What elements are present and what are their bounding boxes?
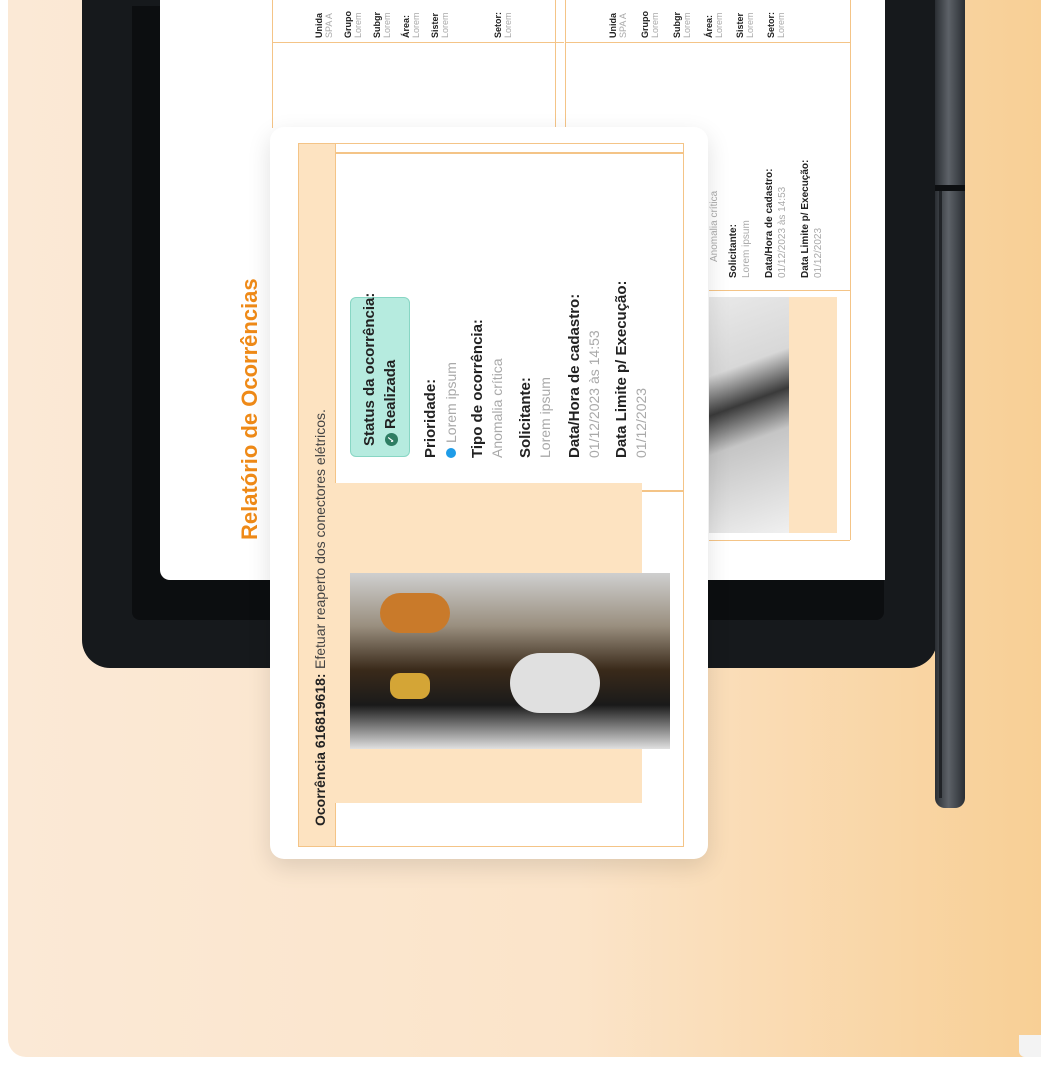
mini-value: SPA A xyxy=(618,13,628,38)
mini-value: SPA A xyxy=(324,13,334,38)
cadastro-label: Data/Hora de cadastro: xyxy=(566,293,583,458)
right-cadastro-label: Data/Hora de cadastro: xyxy=(764,168,775,278)
tipo-value: Anomalia crítica xyxy=(489,358,505,458)
mini-value: Lorem xyxy=(745,12,755,38)
mini-value: Lorem xyxy=(776,12,786,38)
priority-dot-icon xyxy=(446,448,456,458)
mini-label: Sister xyxy=(735,12,745,38)
mini-value: Lorem xyxy=(650,12,660,38)
cadastro-value: 01/12/2023 às 14:53 xyxy=(586,330,602,458)
right-card-divider xyxy=(709,290,850,291)
device-edge xyxy=(935,0,965,808)
mini-label: Setor: xyxy=(766,11,776,38)
photo-pipe xyxy=(380,593,450,633)
mini-value: Lorem xyxy=(682,12,692,38)
status-value: Realizada xyxy=(382,359,399,429)
limite-label: Data Limite p/ Execução: xyxy=(613,280,630,458)
occurrence-photo[interactable] xyxy=(350,573,670,749)
occurrence-id: Ocorrência 616819618: xyxy=(312,673,328,826)
solicitante-value: Lorem ipsum xyxy=(537,377,553,458)
photo-pipe xyxy=(510,653,600,713)
mini-value: Lorem xyxy=(714,12,724,38)
mini-value: Lorem xyxy=(411,12,421,38)
status-badge xyxy=(350,297,410,457)
mini-card-border xyxy=(565,0,566,128)
right-limite-value: 01/12/2023 xyxy=(813,227,824,278)
right-card-photo xyxy=(709,297,789,533)
mini-card-divider xyxy=(565,42,851,43)
mini-label: Unida xyxy=(608,12,618,38)
right-card-border xyxy=(850,0,851,540)
mini-label: Grupo xyxy=(640,11,650,38)
solicitante-label: Solicitante: xyxy=(517,377,534,458)
mini-card-border xyxy=(272,0,273,128)
right-solicitante-label: Solicitante: xyxy=(728,224,739,278)
occurrence-card[interactable] xyxy=(270,127,708,859)
mini-label: Sister xyxy=(430,12,440,38)
check-circle-icon: ✓ xyxy=(385,433,398,446)
tipo-label: Tipo de ocorrência: xyxy=(469,319,486,458)
mini-label: Área: xyxy=(401,14,411,38)
mini-label: Área: xyxy=(704,14,714,38)
right-card-photo-pad xyxy=(789,297,837,533)
right-solicitante-value: Lorem ipsum xyxy=(741,220,752,278)
mini-card-border xyxy=(555,0,556,128)
mini-value: Lorem xyxy=(353,12,363,38)
device-edge-gap xyxy=(935,185,965,191)
mini-value: Lorem xyxy=(503,12,513,38)
mini-label: Subgr xyxy=(372,12,382,38)
card-top-divider xyxy=(335,152,683,154)
mini-value: Lorem xyxy=(440,12,450,38)
right-tipo-value: Anomalia crítica xyxy=(709,190,720,262)
mini-card-divider xyxy=(272,42,564,43)
page-corner xyxy=(1019,1035,1041,1057)
limite-value: 01/12/2023 xyxy=(633,387,649,458)
mini-label: Subgr xyxy=(672,12,682,38)
right-card-bottom xyxy=(709,540,850,541)
report-title: Relatório de Ocorrências xyxy=(237,278,262,540)
mini-label: Setor: xyxy=(493,11,503,38)
mini-label: Unida xyxy=(314,12,324,38)
photo-connector xyxy=(390,673,430,699)
status-label: Status da ocorrência: xyxy=(361,292,378,446)
mini-label: Grupo xyxy=(343,11,353,38)
prioridade-value: Lorem ipsum xyxy=(443,362,459,443)
mini-value: Lorem xyxy=(382,12,392,38)
right-limite-label: Data Limite p/ Execução: xyxy=(800,159,811,278)
right-cadastro-value: 01/12/2023 às 14:53 xyxy=(777,186,788,278)
prioridade-label: Prioridade: xyxy=(422,378,439,458)
occurrence-description: Efetuar reaperto dos conectores elétrico… xyxy=(312,409,328,669)
